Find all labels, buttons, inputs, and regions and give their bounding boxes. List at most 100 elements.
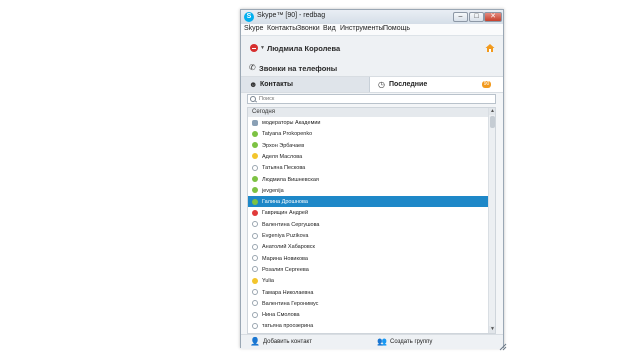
title-bar[interactable]: S Skype™ [90] - redbag – □ ✕ (241, 10, 503, 24)
contact-name: Нина Смолова (262, 312, 300, 319)
contact-row[interactable]: Эрхон Эрбачаев (248, 140, 489, 151)
search-input[interactable] (259, 95, 489, 103)
contact-name: Розалия Сергеева (262, 266, 309, 273)
minimize-button[interactable]: – (453, 12, 468, 22)
scroll-up-button[interactable]: ▲ (489, 108, 495, 115)
contact-row[interactable]: Нина Смолова (248, 309, 489, 320)
scroll-down-button[interactable]: ▼ (489, 326, 495, 333)
offline-status-icon (252, 266, 258, 273)
contact-row[interactable]: Аделя Маслова (248, 151, 489, 162)
online-status-icon (252, 176, 258, 182)
contact-row[interactable]: Валентина Сергушова (248, 219, 489, 230)
away-status-icon (252, 153, 258, 160)
contact-name: Аделя Маслова (262, 153, 303, 160)
contact-row[interactable]: Evgeniya Puzikova (248, 230, 489, 241)
tab-contacts[interactable]: ☻ Контакты (241, 77, 370, 92)
online-status-icon (252, 142, 258, 149)
contact-row[interactable]: Тамара Николаевна (248, 287, 489, 298)
contact-row[interactable]: татьяна проозерина (248, 320, 489, 331)
contact-row[interactable]: Tatyana Prokopenko (248, 128, 489, 139)
contact-row[interactable]: Галина Дрошнова (248, 196, 489, 208)
contact-name: татьяна проозерина (262, 323, 314, 330)
add-contact-icon: 👤 (250, 337, 260, 346)
offline-status-icon (252, 232, 258, 239)
offline-status-icon (252, 289, 258, 295)
offline-status-icon (252, 221, 258, 228)
busy-status-icon (252, 209, 258, 216)
contact-name: Галина Дрошнова (262, 199, 308, 206)
contact-row[interactable]: модераторы Академии (248, 117, 489, 128)
offline-status-icon (252, 311, 258, 318)
contact-name: Анатолий Хабаровск (262, 244, 315, 251)
add-contact-label: Добавить контакт (263, 339, 312, 345)
window-title: Skype™ [90] - redbag (257, 12, 326, 19)
resize-grip-icon[interactable] (499, 343, 507, 351)
contact-name: модераторы Академии (262, 120, 321, 126)
tab-contacts-label: Контакты (260, 81, 294, 88)
online-status-icon (252, 187, 258, 194)
contact-row[interactable]: Гаврищин Андрей (248, 207, 489, 218)
contact-name: Evgeniya Puzikova (262, 233, 309, 239)
offline-status-icon (252, 255, 258, 262)
skype-window: S Skype™ [90] - redbag – □ ✕ Skype Конта… (240, 9, 504, 349)
contact-row[interactable]: Марина Новикова (248, 253, 489, 264)
menu-bar: Skype Контакты Звонки Вид Инструменты По… (241, 24, 503, 36)
contact-name: Tatyana Prokopenko (262, 131, 313, 138)
scroll-thumb[interactable] (490, 116, 495, 128)
footer-bar: 👤 Добавить контакт 👥 Создать группу (241, 334, 503, 349)
contact-row[interactable]: Людмила Вишневская (248, 174, 489, 185)
search-icon (250, 96, 256, 102)
menu-calls[interactable]: Звонки (297, 25, 320, 32)
busy-status-icon[interactable] (250, 44, 258, 52)
menu-skype[interactable]: Skype (244, 25, 263, 32)
tab-recent-label: Последние (389, 81, 428, 88)
contact-name: Валентина Геронимус (262, 300, 319, 307)
away-status-icon (252, 277, 258, 284)
contacts-icon: ☻ (249, 80, 258, 89)
maximize-button[interactable]: □ (469, 12, 484, 22)
contact-row[interactable]: Татьяна Пескова (248, 162, 489, 173)
profile-bar[interactable]: ▼ Людмила Королева (241, 36, 503, 61)
create-group-icon: 👥 (377, 337, 387, 346)
create-group-label: Создать группу (390, 339, 433, 345)
contact-row[interactable]: Yulia (248, 275, 489, 286)
online-status-icon (252, 198, 258, 205)
contact-name: Людмила Вишневская (262, 176, 319, 183)
chevron-down-icon[interactable]: ▼ (260, 45, 265, 51)
home-icon[interactable] (485, 43, 495, 53)
contact-name: jevgenija (262, 187, 284, 194)
contact-row[interactable]: Валентина Геронимус (248, 298, 489, 309)
tab-bar: ☻ Контакты ◷ Последние 90 (241, 77, 503, 93)
contact-name: Татьяна Пескова (262, 165, 306, 172)
contact-row[interactable]: jevgenija (248, 185, 489, 196)
menu-view[interactable]: Вид (323, 25, 336, 32)
recent-icon: ◷ (378, 80, 385, 89)
scrollbar[interactable]: ▲ ▼ (488, 108, 495, 333)
contact-name: Yulia (262, 278, 274, 285)
offline-status-icon (252, 243, 258, 250)
recent-count-badge: 90 (482, 81, 491, 88)
group-status-icon (252, 119, 258, 126)
menu-contacts[interactable]: Контакты (267, 25, 297, 32)
profile-name[interactable]: Людмила Королева (267, 44, 340, 53)
menu-tools[interactable]: Инструменты (340, 25, 384, 32)
contact-name: Марина Новикова (262, 255, 308, 262)
tab-recent[interactable]: ◷ Последние 90 (370, 77, 503, 92)
contact-name: Гаврищин Андрей (262, 210, 309, 217)
contact-name: Валентина Сергушова (262, 221, 320, 228)
contact-row[interactable]: Анатолий Хабаровск (248, 241, 489, 252)
offline-status-icon (252, 300, 258, 307)
menu-help[interactable]: Помощь (383, 25, 410, 32)
close-button[interactable]: ✕ (484, 12, 502, 22)
search-box[interactable] (247, 94, 496, 104)
skype-logo-icon: S (244, 12, 254, 22)
offline-status-icon (252, 164, 258, 171)
phone-icon: ✆ (249, 63, 256, 72)
contact-row[interactable]: Розалия Сергеева (248, 264, 489, 275)
contact-list: Сегодня модераторы Академии Tatyana Proko… (247, 107, 496, 334)
group-header-today: Сегодня (248, 108, 488, 117)
call-phones-bar[interactable]: ✆ Звонки на телефоны (241, 60, 503, 77)
offline-status-icon (252, 322, 258, 329)
contact-name: Тамара Николаевна (262, 289, 314, 296)
contact-name: Эрхон Эрбачаев (262, 142, 305, 149)
